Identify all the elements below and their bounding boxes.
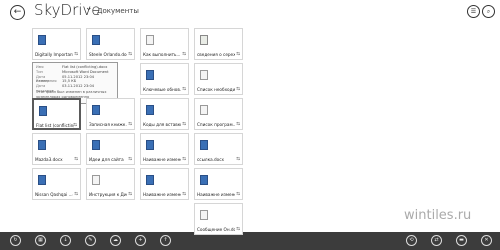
share-icon[interactable]: ⇆: [73, 123, 77, 128]
file-tile[interactable]: Mazda3.docx ⇆: [32, 133, 81, 165]
chevron-down-icon[interactable]: ⌄: [85, 3, 93, 13]
document-icon: [200, 35, 208, 45]
file-name: Записная книжк...: [89, 122, 127, 127]
tooltip-value: 03.11.2012 23:04: [62, 84, 95, 89]
file-tile[interactable]: Nissan Qashqai ...ов...⇆: [32, 168, 81, 200]
document-icon: [38, 35, 46, 45]
top-bar: ← SkyDrive ⌄ Документы ☰ ⌕: [0, 0, 500, 26]
document-icon: [146, 35, 154, 45]
file-tile[interactable]: Коды для вставки ⇆: [140, 98, 189, 130]
file-name: Steele Orlando.docx: [89, 52, 127, 57]
share-icon[interactable]: ⇆: [74, 192, 78, 197]
file-name: Инструкция к Дис...: [89, 192, 127, 197]
new-folder-icon[interactable]: +: [135, 235, 146, 246]
download-icon[interactable]: ↓: [60, 235, 71, 246]
breadcrumb[interactable]: Документы: [97, 7, 139, 15]
file-tile[interactable]: Идеи для сайта ⇆: [86, 133, 135, 165]
document-icon: [92, 175, 100, 185]
document-icon: [146, 105, 154, 115]
document-icon: [146, 175, 154, 185]
document-icon: [200, 175, 208, 185]
share-icon[interactable]: ⇆: [128, 52, 132, 57]
tooltip-row: Дата создания 03.11.2012 23:04: [36, 84, 114, 93]
file-name: Digitally Important...: [35, 52, 73, 57]
folder-icon[interactable]: ▬: [456, 235, 467, 246]
file-name: Flat list (conflicting)...: [36, 123, 74, 128]
document-icon: [146, 70, 154, 80]
file-tile[interactable]: Digitally Important...⇆: [32, 28, 81, 60]
share-icon[interactable]: ⇆: [128, 157, 132, 162]
share-icon[interactable]: ⇆: [74, 52, 78, 57]
share-icon[interactable]: ⇆: [182, 87, 186, 92]
share-icon[interactable]: ⇆: [236, 227, 240, 232]
delete-icon[interactable]: ✕: [481, 235, 492, 246]
share-icon[interactable]: ⇆: [74, 157, 78, 162]
share-icon[interactable]: ⇆: [128, 192, 132, 197]
file-name: Наиважне изменения...: [143, 192, 181, 197]
document-icon: [39, 106, 47, 116]
share-icon[interactable]: ⇆: [236, 157, 240, 162]
file-tile[interactable]: Steele Orlando.docx⇆: [86, 28, 135, 60]
document-icon: [200, 210, 208, 220]
back-arrow-icon[interactable]: ←: [10, 5, 25, 20]
file-name: Список програм...: [197, 122, 235, 127]
share-icon[interactable]: ⇆: [182, 157, 186, 162]
file-tile[interactable]: Записная книжк... ⇆: [86, 98, 135, 130]
file-name: Наиважне изменения...: [197, 192, 235, 197]
file-tile[interactable]: Сообщение Он.docx⇆: [194, 203, 243, 235]
document-icon: [92, 35, 100, 45]
share-icon[interactable]: ⇆: [236, 192, 240, 197]
share-icon[interactable]: ⇆: [182, 122, 186, 127]
refresh-icon[interactable]: ↻: [10, 235, 21, 246]
watermark: wintiles.ru: [404, 208, 472, 223]
share-icon[interactable]: ⇆: [182, 52, 186, 57]
file-tile[interactable]: Список необходи... ⇆: [194, 63, 243, 95]
file-name: Идеи для сайта: [89, 157, 124, 162]
file-tile[interactable]: Flat list (conflicting)...⇆: [32, 98, 81, 130]
document-icon: [146, 140, 154, 150]
tooltip-key: Дата создания: [36, 84, 54, 93]
sync-icon[interactable]: ⟲: [406, 235, 417, 246]
select-all-icon[interactable]: ▦: [35, 235, 46, 246]
file-name: Как выполнить...: [143, 52, 181, 57]
share-icon[interactable]: ⇆: [182, 192, 186, 197]
document-icon: [200, 105, 208, 115]
file-name: Mazda3.docx: [35, 157, 63, 162]
file-tile[interactable]: Ключевые обнов... ⇆: [140, 63, 189, 95]
share-icon[interactable]: ⇆: [236, 122, 240, 127]
file-tile[interactable]: Список програм... ⇆: [194, 98, 243, 130]
file-tile[interactable]: сведения о сереже...⇆: [194, 28, 243, 60]
view-toggle-button[interactable]: ☰: [467, 5, 480, 18]
share-icon[interactable]: ⇆: [128, 122, 132, 127]
file-tile[interactable]: Наиважне изменения...⇆: [194, 168, 243, 200]
share-icon[interactable]: ⇆: [236, 87, 240, 92]
file-tile[interactable]: Как выполнить... ⇆: [140, 28, 189, 60]
file-name: Список необходи...: [197, 87, 235, 92]
file-tile[interactable]: Инструкция к Дис...⇆: [86, 168, 135, 200]
upload-icon[interactable]: ↑: [160, 235, 171, 246]
file-name: Коды для вставки: [143, 122, 181, 127]
file-name: Nissan Qashqai ...ов...: [35, 192, 73, 197]
search-button[interactable]: ⌕: [482, 5, 495, 18]
cloud-icon[interactable]: ☁: [110, 235, 121, 246]
open-with-icon[interactable]: ⇄: [431, 235, 442, 246]
file-tile[interactable]: ссылка.docx ⇆: [194, 133, 243, 165]
document-icon: [38, 175, 46, 185]
share-icon[interactable]: ⇆: [236, 52, 240, 57]
document-icon: [200, 70, 208, 80]
document-icon: [92, 140, 100, 150]
file-tile[interactable]: Наиважне изменении...⇆: [140, 133, 189, 165]
file-name: сведения о сереже...: [197, 52, 235, 57]
file-tile[interactable]: Наиважне изменения...⇆: [140, 168, 189, 200]
document-icon: [200, 140, 208, 150]
document-icon: [92, 105, 100, 115]
rename-icon[interactable]: ✎: [85, 235, 96, 246]
file-name: Сообщение Он.docx: [197, 227, 235, 232]
file-name: Наиважне изменении...: [143, 157, 181, 162]
app-bar: ↻ ▦ ↓ ✎ ☁ + ↑ ⟲ ⇄ ▬ ✕: [0, 232, 500, 250]
file-name: ссылка.docx: [197, 157, 225, 162]
file-name: Ключевые обнов...: [143, 87, 181, 92]
document-icon: [38, 140, 46, 150]
